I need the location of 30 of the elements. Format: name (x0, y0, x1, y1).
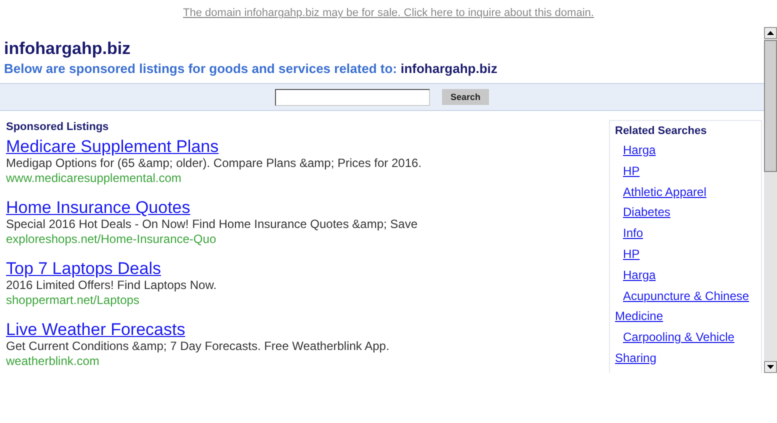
related-search-link[interactable]: Athletic Apparel (615, 182, 756, 202)
related-search-link[interactable]: HP (615, 160, 756, 182)
related-search-link[interactable]: Harga (615, 140, 756, 161)
listing-description: Special 2016 Hot Deals - On Now! Find Home Insurance Quotes &amp; Save (6, 217, 418, 232)
listing-title-link[interactable]: Live Weather Forecasts (6, 320, 186, 339)
listing-description: 2016 Limited Offers! Find Laptops Now. (6, 278, 217, 293)
listing-title-link[interactable]: Home Insurance Quotes (6, 198, 190, 217)
subtitle-text: Below are sponsored listings for goods and services related to: (4, 61, 397, 76)
subtitle-domain: infohargahp.biz (400, 61, 498, 76)
up-arrow-icon (767, 31, 774, 35)
related-search-link[interactable]: Acupuncture & Chinese Medicine (615, 286, 756, 328)
related-search-link[interactable]: Carpooling & Vehicle Sharing (615, 327, 756, 369)
section-heading: Related Searches (615, 124, 708, 138)
section-heading: Sponsored Listings (6, 120, 110, 134)
related-search-link[interactable]: HP (615, 244, 756, 265)
listing-title-link[interactable]: Medicare Supplement Plans (6, 137, 219, 156)
listing-description: Get Current Conditions &amp; 7 Day Forecasts. Free Weatherblink App. (6, 339, 390, 354)
down-arrow-icon (767, 365, 774, 369)
search-field[interactable] (275, 88, 430, 106)
listing-title-link[interactable]: Top 7 Laptops Deals (6, 259, 161, 278)
site-title: infohargahp.biz (4, 39, 132, 59)
related-search-link[interactable]: Harga (615, 264, 756, 286)
scroll-up-button[interactable] (764, 27, 777, 39)
search-button[interactable]: Search (442, 89, 489, 105)
scroll-thumb[interactable] (764, 40, 777, 172)
related-search-link[interactable]: Info (615, 223, 756, 244)
domain-sale-link[interactable]: The domain infohargahp.biz may be for sale. Click here to inquire about this domain. (183, 5, 594, 22)
scroll-down-button[interactable] (764, 361, 777, 373)
listing-description: Medigap Options for (65 &amp; older). Compare Plans &amp; Prices for 2016. (6, 156, 422, 171)
related-search-link[interactable]: Diabetes (615, 202, 756, 224)
